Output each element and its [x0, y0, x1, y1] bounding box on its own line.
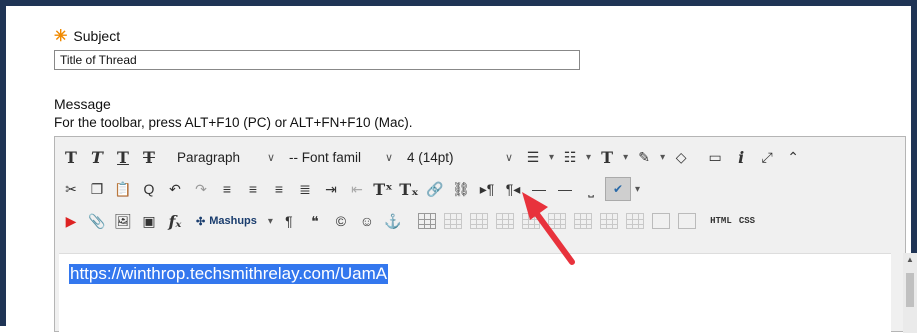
emoticon-icon[interactable]: ☺ — [355, 209, 379, 233]
undo-icon[interactable]: ↶ — [163, 177, 187, 201]
paragraph-mark-icon[interactable]: ¶ — [277, 209, 301, 233]
mashups-icon: ✣ — [196, 215, 206, 228]
insert-table-icon[interactable] — [415, 209, 439, 233]
font-size-select-label: 4 (14pt) — [407, 149, 454, 165]
subject-label: ✳ Subject — [54, 26, 120, 46]
toolbar-row-3: ▶ 📎 🖼 ▣ fₓ ✣ Mashups ▾ ¶ ❝ © ☺ ⚓ HTML CS… — [59, 207, 759, 235]
dropdown-arrow-icon[interactable]: ▾ — [633, 184, 642, 195]
message-label: Message — [54, 96, 111, 112]
subject-input[interactable] — [54, 50, 580, 70]
insert-link-icon[interactable]: 🔗 — [423, 177, 447, 201]
scroll-up-icon[interactable]: ▲ — [906, 255, 914, 264]
toolbar-row-1: T T T T Paragraph ∨ -- Font famil ∨ 4 (1… — [59, 143, 805, 171]
paste-icon[interactable]: 📋 — [111, 177, 135, 201]
image-icon[interactable]: 🖼 — [111, 209, 135, 233]
subscript-icon[interactable]: Tₓ — [397, 177, 421, 201]
outdent-icon[interactable]: ⇤ — [345, 177, 369, 201]
toolbar-row-2: ✂ ❐ 📋 Q ↶ ↷ ≡ ≡ ≡ ≣ ⇥ ⇤ Tˣ Tₓ 🔗 ⛓ ▸¶ ¶◂ … — [59, 175, 642, 203]
ltr-icon[interactable]: ▸¶ — [475, 177, 499, 201]
css-button[interactable]: CSS — [735, 209, 759, 233]
dropdown-arrow-icon[interactable]: ▾ — [658, 152, 667, 163]
align-center-icon[interactable]: ≡ — [241, 177, 265, 201]
subject-label-text: Subject — [73, 28, 121, 44]
html-button[interactable]: HTML — [709, 209, 733, 233]
numbered-list-icon[interactable]: ☷ — [558, 145, 582, 169]
editor-scrollbar[interactable]: ▲ — [903, 253, 917, 333]
delete-table-icon[interactable] — [467, 209, 491, 233]
font-family-select-label: -- Font famil — [289, 149, 362, 165]
align-left-icon[interactable]: ≡ — [215, 177, 239, 201]
strikethrough-button[interactable]: T — [137, 145, 161, 169]
underline-button[interactable]: T — [111, 145, 135, 169]
font-family-select[interactable]: -- Font famil ∨ — [283, 145, 399, 169]
selected-link-text[interactable]: https://winthrop.techsmithrelay.com/UamA — [69, 264, 389, 284]
eraser-icon[interactable]: ◇ — [669, 145, 693, 169]
col-before-icon[interactable] — [571, 209, 595, 233]
dropdown-arrow-icon[interactable]: ▾ — [547, 152, 556, 163]
fullscreen-icon[interactable]: ⤢ — [755, 145, 779, 169]
paragraph-select-label: Paragraph — [177, 149, 241, 165]
toolbar-help-text: For the toolbar, press ALT+F10 (PC) or A… — [54, 115, 413, 130]
chevron-down-icon: ∨ — [504, 151, 513, 164]
remove-link-icon[interactable]: ⛓ — [449, 177, 473, 201]
table-properties-icon[interactable] — [441, 209, 465, 233]
split-cells-icon[interactable] — [675, 209, 699, 233]
redo-icon[interactable]: ↷ — [189, 177, 213, 201]
mashups-button[interactable]: ✣ Mashups — [189, 209, 264, 233]
copyright-icon[interactable]: © — [329, 209, 353, 233]
preview-icon[interactable]: ▭ — [703, 145, 727, 169]
delete-row-icon[interactable] — [545, 209, 569, 233]
collapse-toolbar-icon[interactable]: ⌃ — [781, 145, 805, 169]
message-editor: T T T T Paragraph ∨ -- Font famil ∨ 4 (1… — [54, 136, 917, 334]
blockquote-icon[interactable]: ❝ — [303, 209, 327, 233]
em-dash-icon[interactable]: — — [553, 177, 577, 201]
indent-icon[interactable]: ⇥ — [319, 177, 343, 201]
bullet-list-icon[interactable]: ☰ — [521, 145, 545, 169]
chevron-down-icon: ∨ — [266, 151, 275, 164]
highlight-pen-icon[interactable]: ✎ — [632, 145, 656, 169]
dropdown-arrow-icon[interactable]: ▾ — [266, 216, 275, 227]
horizontal-rule-icon[interactable]: — — [527, 177, 551, 201]
merge-cells-icon[interactable] — [649, 209, 673, 233]
paragraph-select[interactable]: Paragraph ∨ — [171, 145, 281, 169]
copy-icon[interactable]: ❐ — [85, 177, 109, 201]
align-right-icon[interactable]: ≡ — [267, 177, 291, 201]
attachment-icon[interactable]: 📎 — [85, 209, 109, 233]
required-asterisk-icon: ✳ — [54, 28, 68, 45]
media-icon[interactable]: ▣ — [137, 209, 161, 233]
info-icon[interactable]: i — [729, 145, 753, 169]
align-justify-icon[interactable]: ≣ — [293, 177, 317, 201]
anchor-icon[interactable]: ⚓ — [381, 209, 405, 233]
italic-button[interactable]: T — [85, 145, 109, 169]
formula-icon[interactable]: fₓ — [163, 209, 187, 233]
dropdown-arrow-icon[interactable]: ▾ — [621, 152, 630, 163]
dropdown-arrow-icon[interactable]: ▾ — [584, 152, 593, 163]
superscript-icon[interactable]: Tˣ — [371, 177, 395, 201]
text-color-icon[interactable]: T — [595, 145, 619, 169]
find-icon[interactable]: Q — [137, 177, 161, 201]
mashups-label: Mashups — [209, 215, 257, 227]
spellcheck-icon[interactable]: ✔ — [605, 177, 631, 201]
bold-button[interactable]: T — [59, 145, 83, 169]
delete-col-icon[interactable] — [623, 209, 647, 233]
form-panel: ✳ Subject Message For the toolbar, press… — [6, 6, 917, 334]
rtl-icon[interactable]: ¶◂ — [501, 177, 525, 201]
youtube-icon[interactable]: ▶ — [59, 209, 83, 233]
row-after-icon[interactable] — [519, 209, 543, 233]
nonbreaking-space-icon[interactable]: ⎵ — [579, 177, 603, 201]
scroll-thumb[interactable] — [906, 273, 914, 307]
font-size-select[interactable]: 4 (14pt) ∨ — [401, 145, 519, 169]
row-before-icon[interactable] — [493, 209, 517, 233]
chevron-down-icon: ∨ — [384, 151, 393, 164]
editor-content-area[interactable]: https://winthrop.techsmithrelay.com/UamA — [59, 253, 891, 334]
col-after-icon[interactable] — [597, 209, 621, 233]
cut-icon[interactable]: ✂ — [59, 177, 83, 201]
